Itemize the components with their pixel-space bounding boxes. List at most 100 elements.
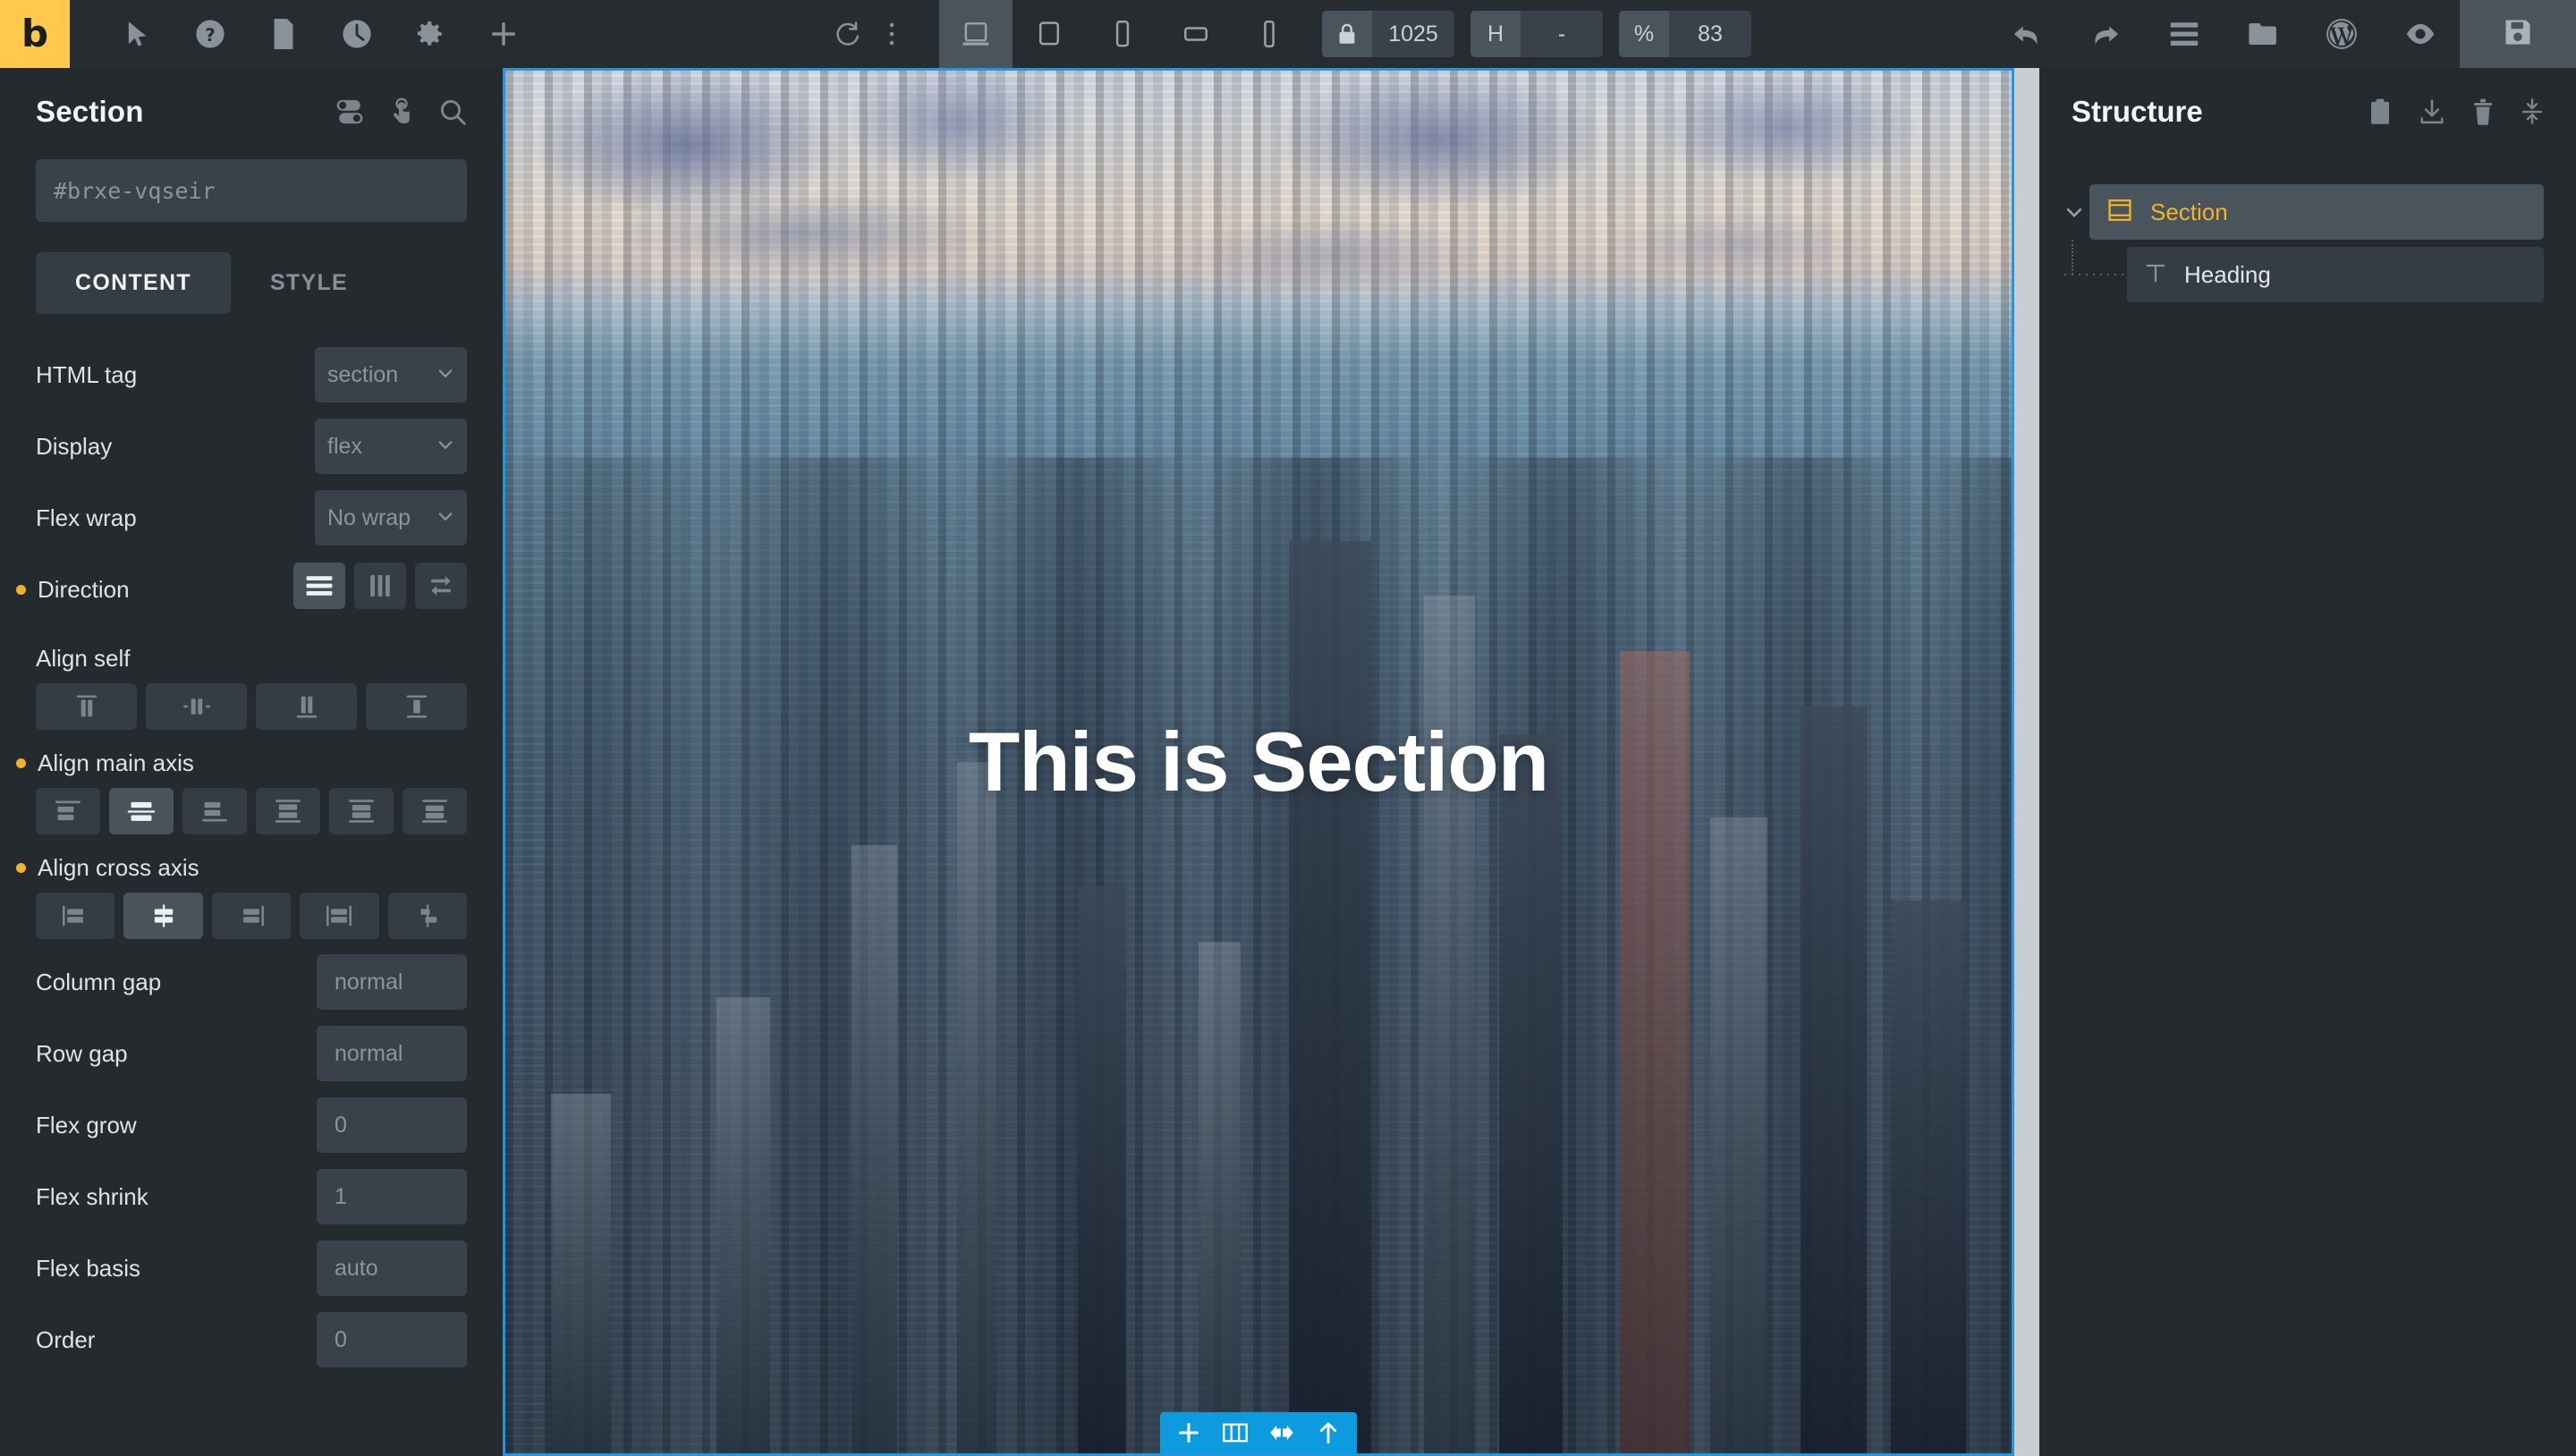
- redo-icon[interactable]: [2066, 0, 2145, 68]
- viewport-width-value[interactable]: 1025: [1372, 11, 1454, 57]
- save-button[interactable]: [2460, 0, 2576, 68]
- canvas-vertical-scrollbar[interactable]: [2014, 68, 2039, 1456]
- columns-icon[interactable]: [1212, 1412, 1258, 1453]
- device-mobile-landscape-icon[interactable]: [1159, 0, 1233, 68]
- column-gap-input[interactable]: normal: [317, 954, 467, 1010]
- clipboard-icon[interactable]: [2368, 98, 2392, 125]
- element-settings-panel: Section #brxe-vqseir CONTENT STYLE HTML …: [0, 68, 503, 1456]
- justify-center-icon[interactable]: [109, 788, 174, 834]
- structure-panel: Structure Section Heading: [2039, 68, 2576, 1456]
- cursor-icon[interactable]: [114, 0, 159, 68]
- field-flex-basis-label: Flex basis: [36, 1254, 141, 1282]
- align-cross-axis-button-group: [36, 893, 468, 939]
- zoom-value[interactable]: 83: [1669, 11, 1751, 57]
- chevron-down-icon: [436, 362, 454, 388]
- tab-content[interactable]: CONTENT: [36, 252, 231, 314]
- flex-grow-value: 0: [335, 1112, 347, 1138]
- chevron-down-icon[interactable]: [2059, 202, 2089, 222]
- more-vertical-icon[interactable]: [869, 0, 914, 68]
- align-stretch-icon[interactable]: [300, 893, 379, 939]
- justify-flex-end-icon[interactable]: [182, 788, 247, 834]
- align-center-icon[interactable]: [123, 893, 203, 939]
- structure-tree: Section Heading: [2039, 184, 2576, 302]
- lock-icon[interactable]: [1322, 11, 1372, 57]
- device-tablet-landscape-icon[interactable]: [1013, 0, 1086, 68]
- add-element-icon[interactable]: [1165, 1412, 1212, 1453]
- justify-flex-start-icon[interactable]: [36, 788, 100, 834]
- undo-icon[interactable]: [1987, 0, 2066, 68]
- tab-style[interactable]: STYLE: [231, 252, 387, 314]
- align-self-stretch-icon[interactable]: [366, 683, 467, 730]
- panel-header: Section: [0, 68, 503, 129]
- align-self-end-icon[interactable]: [256, 683, 357, 730]
- row-gap-input[interactable]: normal: [317, 1026, 467, 1081]
- device-tablet-portrait-icon[interactable]: [1086, 0, 1159, 68]
- tree-item-heading[interactable]: Heading: [2127, 247, 2544, 302]
- settings-scroll-area[interactable]: HTML tag section Display flex Flex wrap …: [0, 314, 503, 1456]
- flex-grow-input[interactable]: 0: [317, 1097, 467, 1153]
- search-icon[interactable]: [438, 97, 467, 126]
- align-self-button-group: [36, 683, 467, 730]
- trash-icon[interactable]: [2472, 98, 2494, 125]
- viewport-width-field[interactable]: 1025: [1322, 11, 1454, 57]
- toolbar-left-group: ?: [70, 0, 526, 68]
- viewport-height-value[interactable]: -: [1521, 11, 1603, 57]
- help-icon[interactable]: ?: [188, 0, 233, 68]
- align-self-center-icon[interactable]: [146, 683, 247, 730]
- collapse-icon[interactable]: [2521, 98, 2544, 125]
- flex-basis-input[interactable]: auto: [317, 1240, 467, 1296]
- direction-row-icon[interactable]: [293, 563, 345, 609]
- reload-icon[interactable]: [825, 0, 869, 68]
- interactions-hand-icon[interactable]: [390, 97, 413, 126]
- field-flex-grow-label: Flex grow: [36, 1111, 137, 1139]
- move-horizontal-icon[interactable]: [1258, 1412, 1305, 1453]
- history-icon[interactable]: [335, 0, 379, 68]
- order-input[interactable]: 0: [317, 1312, 467, 1367]
- tree-node-section: Section: [2059, 184, 2544, 240]
- direction-button-group: [293, 563, 467, 609]
- flex-shrink-input[interactable]: 1: [317, 1169, 467, 1224]
- page-icon[interactable]: [261, 0, 306, 68]
- display-select[interactable]: flex: [315, 419, 467, 474]
- element-id-input[interactable]: #brxe-vqseir: [36, 159, 467, 222]
- structure-panel-header: Structure: [2039, 68, 2576, 129]
- justify-space-evenly-icon[interactable]: [402, 788, 467, 834]
- move-up-icon[interactable]: [1305, 1412, 1352, 1453]
- justify-space-around-icon[interactable]: [329, 788, 394, 834]
- tree-item-heading-label: Heading: [2184, 260, 2271, 288]
- align-self-start-icon[interactable]: [36, 683, 137, 730]
- flex-wrap-select[interactable]: No wrap: [315, 490, 467, 546]
- device-mobile-portrait-icon[interactable]: [1233, 0, 1306, 68]
- tree-item-section[interactable]: Section: [2089, 184, 2544, 240]
- zoom-field[interactable]: % 83: [1619, 11, 1751, 57]
- section-heading[interactable]: This is Section: [505, 714, 2012, 810]
- panel-tabs: CONTENT STYLE: [36, 252, 467, 314]
- selected-section-canvas[interactable]: This is Section: [503, 68, 2014, 1456]
- wordpress-icon[interactable]: [2302, 0, 2381, 68]
- align-main-axis-button-group: [36, 788, 467, 834]
- justify-space-between-icon[interactable]: [256, 788, 320, 834]
- align-baseline-icon[interactable]: [387, 893, 468, 939]
- bricks-logo[interactable]: b: [0, 0, 70, 68]
- section-icon: [2107, 198, 2132, 227]
- field-html-tag: HTML tag section: [36, 339, 467, 411]
- align-self-label-text: Align self: [36, 645, 131, 672]
- toggle-sliders-icon[interactable]: [335, 98, 365, 125]
- html-tag-select[interactable]: section: [315, 347, 467, 402]
- align-flex-end-icon[interactable]: [211, 893, 292, 939]
- field-display: Display flex: [36, 411, 467, 482]
- direction-label-text: Direction: [38, 575, 130, 603]
- device-desktop-icon[interactable]: [939, 0, 1013, 68]
- folder-icon[interactable]: [2224, 0, 2302, 68]
- align-flex-start-icon[interactable]: [36, 893, 115, 939]
- gear-icon[interactable]: [408, 0, 453, 68]
- chevron-down-icon: [436, 505, 454, 531]
- direction-column-icon[interactable]: [354, 563, 406, 609]
- direction-reverse-icon[interactable]: [415, 563, 467, 609]
- plus-icon[interactable]: [481, 0, 526, 68]
- viewport-height-field[interactable]: H -: [1470, 11, 1603, 57]
- download-icon[interactable]: [2419, 98, 2445, 125]
- structure-panel-icons: [2368, 98, 2544, 125]
- eye-icon[interactable]: [2381, 0, 2460, 68]
- hamburger-icon[interactable]: [2145, 0, 2224, 68]
